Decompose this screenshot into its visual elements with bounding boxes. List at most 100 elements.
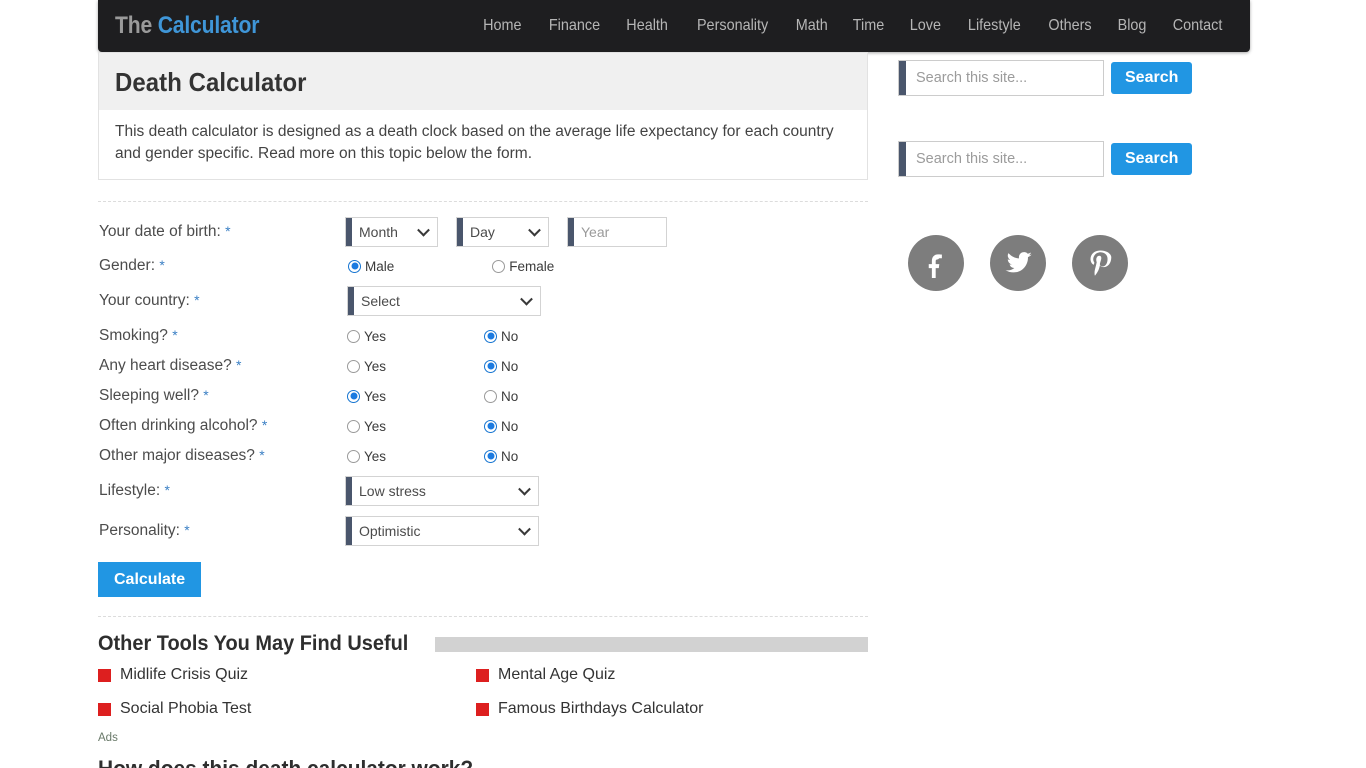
required-marker: * [203,387,209,403]
radio-label-male: Male [365,258,395,274]
bullet-icon [476,668,489,682]
label-personality-text: Personality: [99,522,180,539]
label-sleeping-well: Sleeping well? * [98,387,345,405]
radio-label-no: No [501,358,519,374]
radio-dot-yes [347,329,360,343]
death-calculator-form: Your date of birth: * Month Day Year Gen… [98,202,868,597]
twitter-icon[interactable] [990,235,1046,291]
radio-dot-no [484,329,498,343]
tool-link-famous-birthdays-calculator[interactable]: Famous Birthdays Calculator [476,700,868,718]
other-tools-heading: Other Tools You May Find Useful [98,632,409,655]
label-personality: Personality: * [98,522,345,540]
radio-heart-yes[interactable]: Yes [347,359,386,374]
tool-link-mental-age-quiz[interactable]: Mental Age Quiz [476,666,868,684]
bullet-icon [98,668,111,682]
radio-label-no: No [501,418,519,434]
search-input-primary-placeholder: Search this site... [916,70,1028,86]
tool-label: Social Phobia Test [120,700,252,717]
radio-dot-no [484,419,498,433]
section-heading-how-it-works: How does this death calculator work? [98,756,830,768]
required-marker: * [225,223,231,239]
radio-other-no[interactable]: No [484,449,518,464]
nav-item-math[interactable]: Math [786,17,838,35]
radio-label-no: No [501,448,519,464]
main-content: Death Calculator This death calculator i… [98,52,868,768]
tool-link-social-phobia-test[interactable]: Social Phobia Test [98,700,476,718]
form-row-country: Your country: * Select [98,281,868,321]
calculate-button[interactable]: Calculate [98,562,202,597]
nav-item-love[interactable]: Love [900,17,951,35]
month-select-value: Month [359,224,398,240]
required-marker: * [172,327,178,343]
site-header: The Calculator Home Finance Health Perso… [98,0,1250,52]
search-button-primary[interactable]: Search [1111,62,1193,94]
nav-item-home[interactable]: Home [473,17,531,35]
month-select[interactable]: Month [345,217,438,247]
site-logo[interactable]: The Calculator [115,12,259,40]
bullet-icon [476,702,489,716]
nav-item-finance[interactable]: Finance [538,17,609,35]
radio-dot-no [484,389,498,403]
search-input-primary[interactable]: Search this site... [898,60,1104,96]
radio-alcohol-yes[interactable]: Yes [347,419,386,434]
radio-label-yes: Yes [364,388,387,404]
radio-label-no: No [501,388,519,404]
country-select[interactable]: Select [347,286,541,316]
day-select[interactable]: Day [456,217,549,247]
required-marker: * [159,257,165,273]
form-row-smoking: Smoking? * Yes No [98,321,868,351]
nav-item-blog[interactable]: Blog [1108,17,1157,35]
year-input[interactable]: Year [567,217,667,247]
radio-smoking-no[interactable]: No [484,329,518,344]
main-navigation: Home Finance Health Personality Math Tim… [470,17,1236,35]
personality-select[interactable]: Optimistic [345,516,539,546]
search-widget-primary: Search this site... Search [898,60,1198,96]
country-select-value: Select [361,293,400,309]
radio-sleeping-yes[interactable]: Yes [347,389,386,404]
smoking-radio-group: Yes No [347,329,518,344]
label-other-diseases-text: Other major diseases? [99,447,255,464]
nav-item-health[interactable]: Health [617,17,678,35]
nav-item-lifestyle[interactable]: Lifestyle [958,17,1031,35]
social-links [898,235,1198,291]
tool-link-midlife-crisis-quiz[interactable]: Midlife Crisis Quiz [98,666,476,684]
label-lifestyle-text: Lifestyle: [99,482,161,499]
radio-label-yes: Yes [364,418,387,434]
search-widget-secondary: Search this site... Search [898,141,1198,177]
label-sleeping-well-text: Sleeping well? [99,387,199,404]
lifestyle-select[interactable]: Low stress [345,476,539,506]
radio-label-yes: Yes [364,328,387,344]
bullet-icon [98,702,111,716]
label-lifestyle: Lifestyle: * [98,482,345,500]
other-tools-list: Midlife Crisis Quiz Mental Age Quiz Soci… [98,666,868,718]
label-smoking-text: Smoking? [99,327,168,344]
nav-item-contact[interactable]: Contact [1163,17,1232,35]
radio-label-no: No [501,328,519,344]
form-row-personality: Personality: * Optimistic [98,511,868,551]
radio-alcohol-no[interactable]: No [484,419,518,434]
alcohol-radio-group: Yes No [347,419,518,434]
radio-sleeping-no[interactable]: No [484,389,518,404]
day-select-value: Day [470,224,495,240]
radio-label-yes: Yes [364,448,387,464]
pinterest-icon[interactable] [1072,235,1128,291]
label-dob-text: Your date of birth: [99,223,221,240]
nav-item-time[interactable]: Time [843,17,894,35]
radio-other-yes[interactable]: Yes [347,449,386,464]
required-marker: * [236,357,242,373]
search-button-secondary[interactable]: Search [1111,143,1193,175]
radio-smoking-yes[interactable]: Yes [347,329,386,344]
label-gender-text: Gender: [99,257,156,274]
radio-dot-yes [347,389,360,403]
radio-heart-no[interactable]: No [484,359,518,374]
nav-item-others[interactable]: Others [1038,17,1101,35]
facebook-icon[interactable] [908,235,964,291]
required-marker: * [194,292,200,308]
radio-gender-male[interactable]: Male [348,259,394,274]
other-tools-section: Other Tools You May Find Useful Midlife … [98,617,868,768]
search-input-secondary[interactable]: Search this site... [898,141,1104,177]
radio-gender-female[interactable]: Female [492,259,554,274]
gender-radio-group: Male Female [348,259,554,274]
search-input-secondary-placeholder: Search this site... [916,151,1028,167]
nav-item-personality[interactable]: Personality [687,17,778,35]
